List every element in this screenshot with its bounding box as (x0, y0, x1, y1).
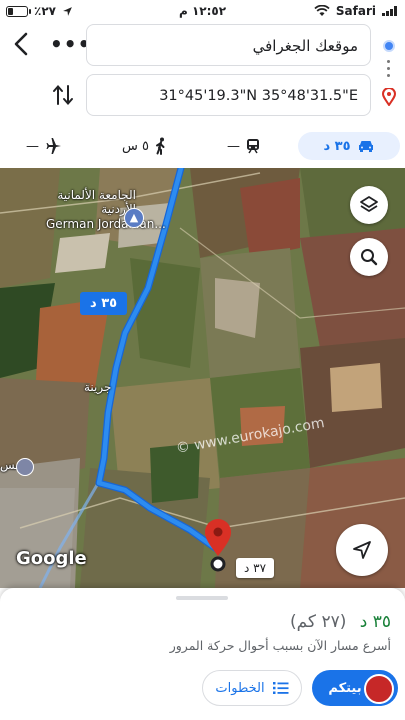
plane-icon (46, 138, 61, 154)
school-icon: ▲ (124, 208, 144, 228)
plane-mode-label: — (26, 138, 39, 154)
pin-icon (382, 88, 396, 106)
sheet-drag-handle[interactable] (176, 596, 228, 600)
wifi-icon (314, 5, 330, 16)
mode-car[interactable]: ٣٥ د (298, 132, 400, 160)
my-location-button[interactable] (336, 524, 388, 576)
route-summary-line: ٣٥ د (٢٧ كم) (290, 612, 391, 632)
car-icon (358, 141, 373, 152)
walk-icon (156, 137, 165, 155)
origin-field[interactable]: موقعك الجغرافي (86, 24, 371, 66)
carrier-label: Safari (335, 4, 376, 18)
travel-mode-bar: ٣٥ د — ٥ س — (0, 126, 405, 166)
route-time: ٣٥ د (359, 612, 391, 632)
navigation-arrow-icon (353, 541, 371, 559)
university-label-ar: الجامعة الألمانية الأردنية (57, 188, 136, 217)
route-summary-sheet[interactable]: ٣٥ د (٢٧ كم) أسرع مسار الآن بسبب أحوال ح… (0, 588, 405, 720)
landmark-icon (16, 458, 34, 476)
route-description: أسرع مسار الآن بسبب أحوال حركة المرور (169, 638, 391, 653)
car-mode-label: ٣٥ د (323, 138, 351, 154)
map-label-town: جرينة (84, 380, 112, 394)
layers-icon (360, 196, 378, 212)
alt-route-duration-badge[interactable]: ٣٧ د (236, 558, 275, 578)
destination-field[interactable]: 31°45'19.3"N 35°48'31.5"E (86, 74, 371, 116)
map-view[interactable]: الجامعة الألمانية الأردنية German Jordan… (0, 168, 405, 588)
search-button[interactable] (350, 238, 388, 276)
map-label-university: الجامعة الألمانية الأردنية German Jordan… (46, 188, 166, 231)
layers-button[interactable] (350, 186, 388, 224)
search-icon (361, 249, 378, 266)
status-right: Safari (314, 4, 397, 18)
directions-header: ••• موقعك الجغرافي 31°45'19.3"N 35°48'31… (0, 22, 405, 122)
route-duration-badge[interactable]: ٣٥ د (80, 292, 128, 315)
route-distance: (٢٧ كم) (289, 612, 347, 632)
brand-logo (364, 674, 394, 704)
route-connector-dots (387, 60, 391, 81)
steps-button[interactable]: الخطوات (202, 670, 302, 706)
university-label-en: German Jordanian... (46, 216, 166, 231)
signal-icon (382, 6, 397, 16)
mode-plane[interactable]: — (26, 132, 63, 160)
location-dot-icon (383, 40, 395, 52)
swap-vertical-icon[interactable] (50, 82, 76, 108)
walk-mode-label: ٥ س (122, 138, 149, 154)
chevron-left-icon[interactable] (8, 28, 36, 60)
start-label: بيتكم (328, 680, 362, 696)
train-icon (247, 139, 259, 154)
mode-transit[interactable]: — (227, 132, 260, 160)
google-logo: Google (16, 548, 87, 569)
mode-walk[interactable]: ٥ س (122, 132, 167, 160)
status-bar: ٪٢٧ ١٢:٥٢ م Safari (0, 0, 405, 22)
steps-label: الخطوات (215, 680, 265, 696)
list-icon (272, 682, 289, 694)
transit-mode-label: — (227, 138, 240, 154)
